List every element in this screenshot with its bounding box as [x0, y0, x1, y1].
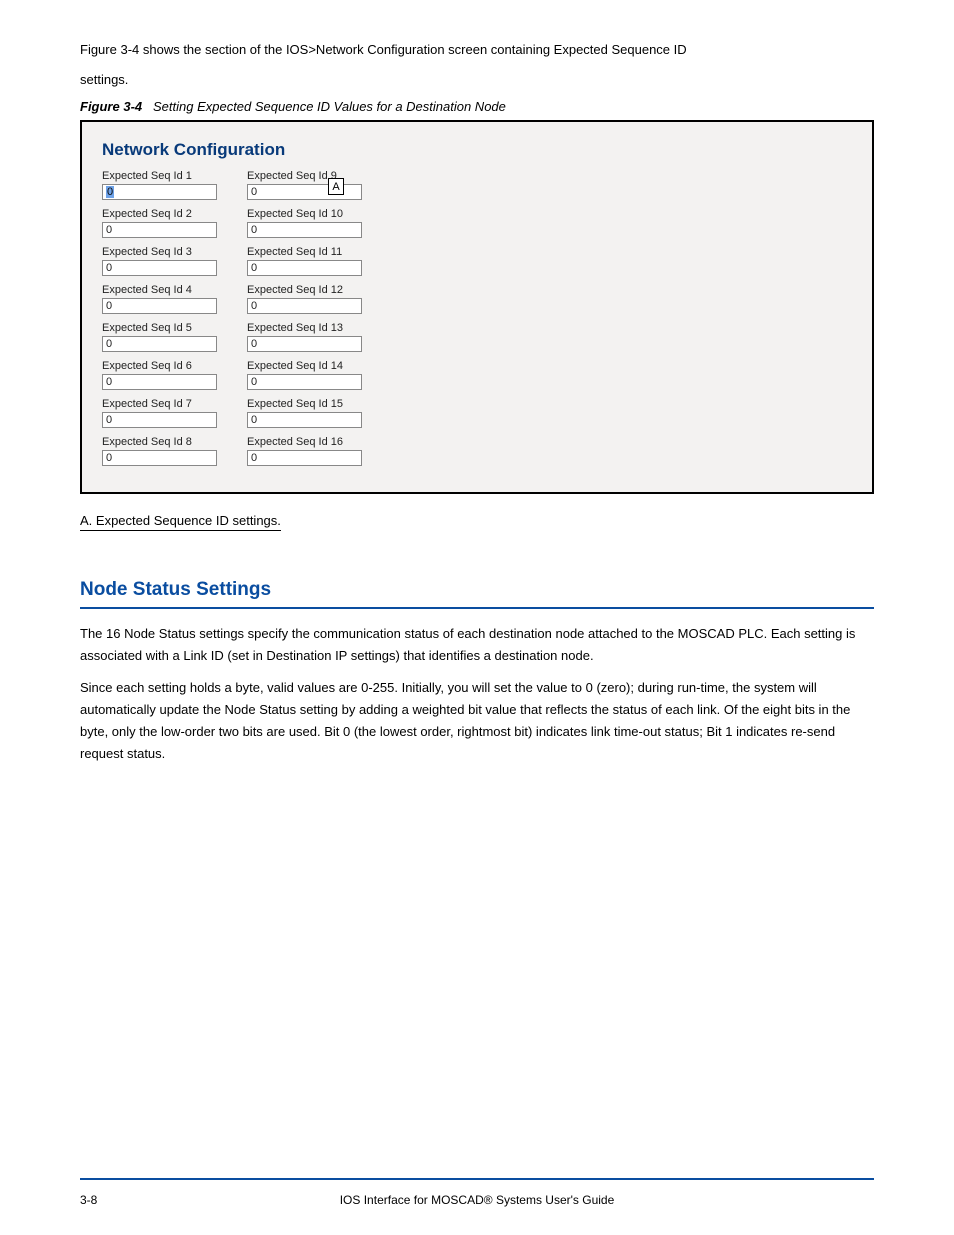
field-label: Expected Seq Id 10: [247, 208, 362, 220]
page-footer: 3-8 IOS Interface for MOSCAD® Systems Us…: [80, 1193, 874, 1207]
field-label: Expected Seq Id 5: [102, 322, 217, 334]
network-config-panel: Network Configuration Expected Seq Id 1 …: [80, 120, 874, 494]
field-label: Expected Seq Id 11: [247, 246, 362, 258]
seq-id-3-input[interactable]: 0: [102, 260, 217, 276]
figure-caption-text: Setting Expected Sequence ID Values for …: [153, 99, 506, 114]
panel-title: Network Configuration: [102, 140, 852, 160]
seq-id-1-input[interactable]: 0: [102, 184, 217, 200]
footer-rule: [80, 1178, 874, 1180]
field-label: Expected Seq Id 7: [102, 398, 217, 410]
seq-id-11-input[interactable]: 0: [247, 260, 362, 276]
field-seq-2: Expected Seq Id 2 0: [102, 208, 217, 238]
footer-right: [794, 1193, 874, 1207]
field-seq-1: Expected Seq Id 1 0: [102, 170, 217, 200]
footer-center: IOS Interface for MOSCAD® Systems User's…: [160, 1193, 794, 1207]
field-seq-15: Expected Seq Id 15 0: [247, 398, 362, 428]
field-label: Expected Seq Id 14: [247, 360, 362, 372]
field-label: Expected Seq Id 8: [102, 436, 217, 448]
seq-id-9-input[interactable]: 0: [247, 184, 362, 200]
field-label: Expected Seq Id 4: [102, 284, 217, 296]
field-seq-4: Expected Seq Id 4 0: [102, 284, 217, 314]
field-seq-13: Expected Seq Id 13 0: [247, 322, 362, 352]
seq-id-6-input[interactable]: 0: [102, 374, 217, 390]
field-label: Expected Seq Id 12: [247, 284, 362, 296]
footer-page-number: 3-8: [80, 1193, 160, 1207]
field-label: Expected Seq Id 3: [102, 246, 217, 258]
field-seq-10: Expected Seq Id 10 0: [247, 208, 362, 238]
field-label: Expected Seq Id 1: [102, 170, 217, 182]
figure-caption: Figure 3-4 Setting Expected Sequence ID …: [80, 99, 874, 114]
field-seq-8: Expected Seq Id 8 0: [102, 436, 217, 466]
field-label: Expected Seq Id 13: [247, 322, 362, 334]
field-label: Expected Seq Id 15: [247, 398, 362, 410]
field-seq-9: Expected Seq Id 9 0: [247, 170, 362, 200]
field-seq-6: Expected Seq Id 6 0: [102, 360, 217, 390]
column-1: Expected Seq Id 1 0 Expected Seq Id 2 0 …: [102, 170, 217, 474]
field-seq-11: Expected Seq Id 11 0: [247, 246, 362, 276]
seq-id-16-input[interactable]: 0: [247, 450, 362, 466]
section-heading-node-status: Node Status Settings: [80, 579, 874, 609]
field-label: Expected Seq Id 9: [247, 170, 362, 182]
field-label: Expected Seq Id 2: [102, 208, 217, 220]
seq-id-5-input[interactable]: 0: [102, 336, 217, 352]
column-2: Expected Seq Id 9 0 Expected Seq Id 10 0…: [247, 170, 362, 474]
field-seq-16: Expected Seq Id 16 0: [247, 436, 362, 466]
seq-id-15-input[interactable]: 0: [247, 412, 362, 428]
seq-id-10-input[interactable]: 0: [247, 222, 362, 238]
field-label: Expected Seq Id 6: [102, 360, 217, 372]
seq-id-2-input[interactable]: 0: [102, 222, 217, 238]
field-seq-12: Expected Seq Id 12 0: [247, 284, 362, 314]
callout-description: A. Expected Sequence ID settings.: [80, 513, 281, 531]
seq-id-8-input[interactable]: 0: [102, 450, 217, 466]
intro-line-1: Figure 3-4 shows the section of the IOS>…: [80, 40, 874, 60]
field-seq-3: Expected Seq Id 3 0: [102, 246, 217, 276]
seq-id-14-input[interactable]: 0: [247, 374, 362, 390]
field-seq-14: Expected Seq Id 14 0: [247, 360, 362, 390]
intro-line-2: settings.: [80, 70, 874, 90]
seq-id-13-input[interactable]: 0: [247, 336, 362, 352]
field-seq-7: Expected Seq Id 7 0: [102, 398, 217, 428]
seq-id-4-input[interactable]: 0: [102, 298, 217, 314]
figure-label: Figure 3-4: [80, 99, 142, 114]
section-paragraph-1: The 16 Node Status settings specify the …: [80, 623, 874, 667]
field-seq-5: Expected Seq Id 5 0: [102, 322, 217, 352]
seq-id-12-input[interactable]: 0: [247, 298, 362, 314]
seq-id-7-input[interactable]: 0: [102, 412, 217, 428]
field-label: Expected Seq Id 16: [247, 436, 362, 448]
section-paragraph-2: Since each setting holds a byte, valid v…: [80, 677, 874, 765]
callout-a: A: [328, 178, 344, 195]
